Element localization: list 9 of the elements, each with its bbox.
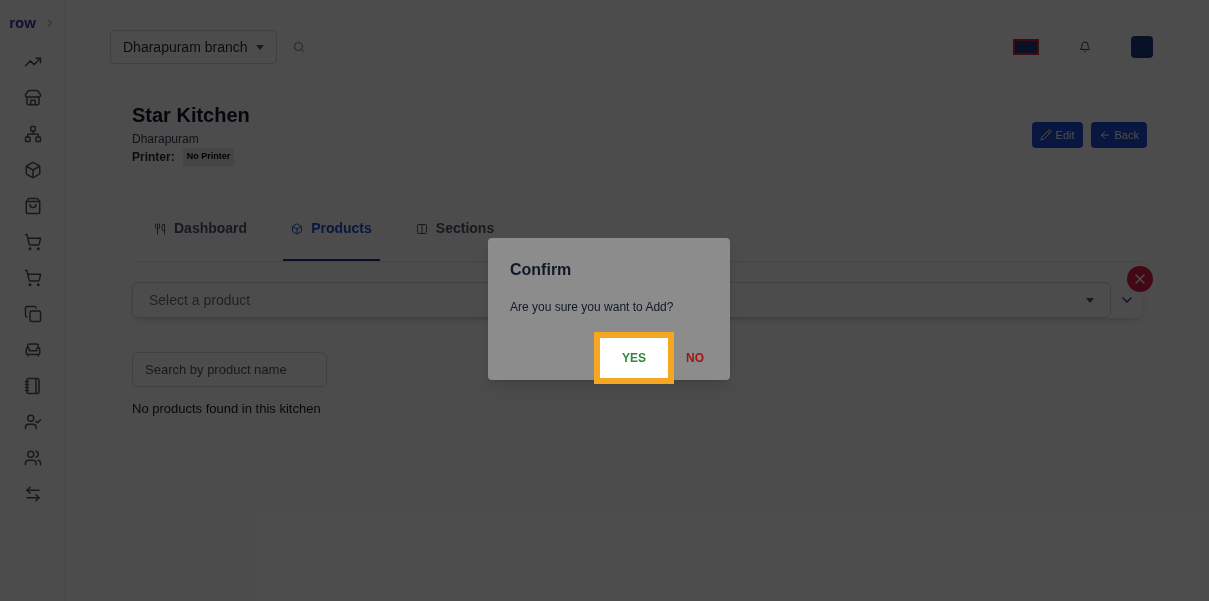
yes-button[interactable]: YES [594, 332, 674, 384]
no-button[interactable]: NO [686, 349, 704, 367]
printer-label: Printer: [132, 149, 175, 166]
dialog-title: Confirm [510, 260, 573, 280]
dialog-message: Are you sure you want to Add? [510, 299, 675, 316]
empty-message: No products found in this kitchen [132, 400, 322, 418]
logo: row [9, 13, 36, 33]
kitchen-location: Dharapuram [132, 131, 200, 148]
kitchen-title: Star Kitchen [132, 103, 250, 128]
